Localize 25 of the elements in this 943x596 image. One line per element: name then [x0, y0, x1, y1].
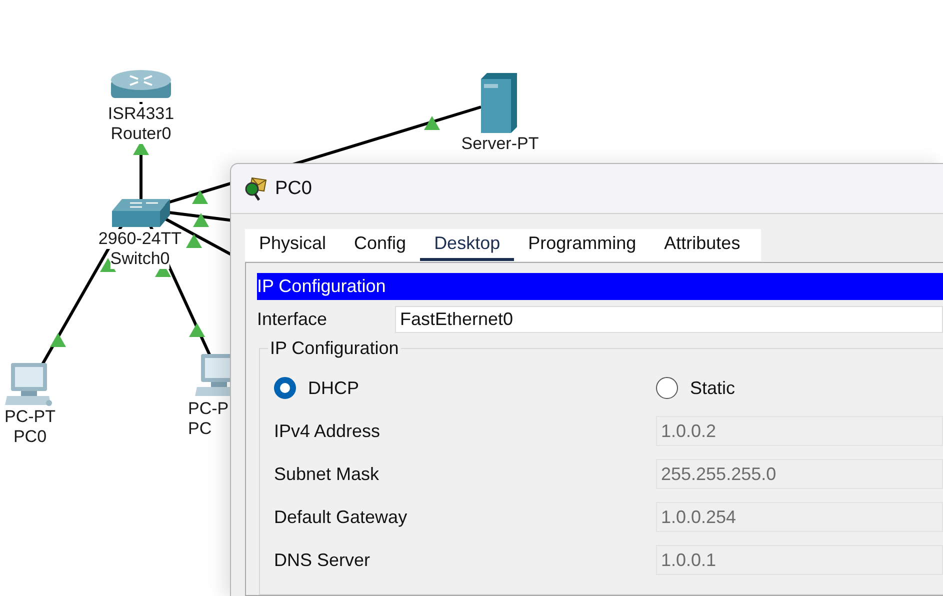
tab[interactable]: Attributes — [650, 229, 754, 261]
switch-icon[interactable] — [112, 199, 170, 227]
envelope-magnifier-icon — [243, 176, 269, 202]
tab[interactable]: Physical — [245, 229, 340, 261]
field-label: DNS Server — [274, 550, 372, 570]
tab[interactable]: Programming — [514, 229, 650, 261]
field-label: Interface — [257, 308, 328, 330]
radio-option[interactable]: DHCP — [274, 377, 656, 399]
section-header: IP Configuration — [257, 273, 943, 300]
computer-icon[interactable] — [5, 363, 52, 406]
interface-field: FastEthernet0 — [395, 306, 943, 332]
field-label: IPv4 Address — [274, 420, 382, 442]
tab[interactable]: Config — [340, 229, 420, 261]
device-name: Switch0 — [110, 249, 170, 269]
router-icon[interactable] — [111, 70, 171, 98]
device-model: 2960-24TT — [98, 229, 182, 249]
field-label: Default Gateway — [274, 506, 408, 528]
server-icon[interactable] — [481, 73, 517, 133]
tab[interactable]: Desktop — [420, 229, 514, 261]
radio-option[interactable]: Static — [656, 377, 736, 399]
group-title: IP Configuration — [269, 338, 400, 359]
device-name: Router0 — [110, 124, 172, 144]
device-model: ISR4331 — [108, 104, 174, 124]
field-label: Subnet Mask — [274, 464, 380, 484]
window-title: PC0 — [275, 178, 312, 200]
